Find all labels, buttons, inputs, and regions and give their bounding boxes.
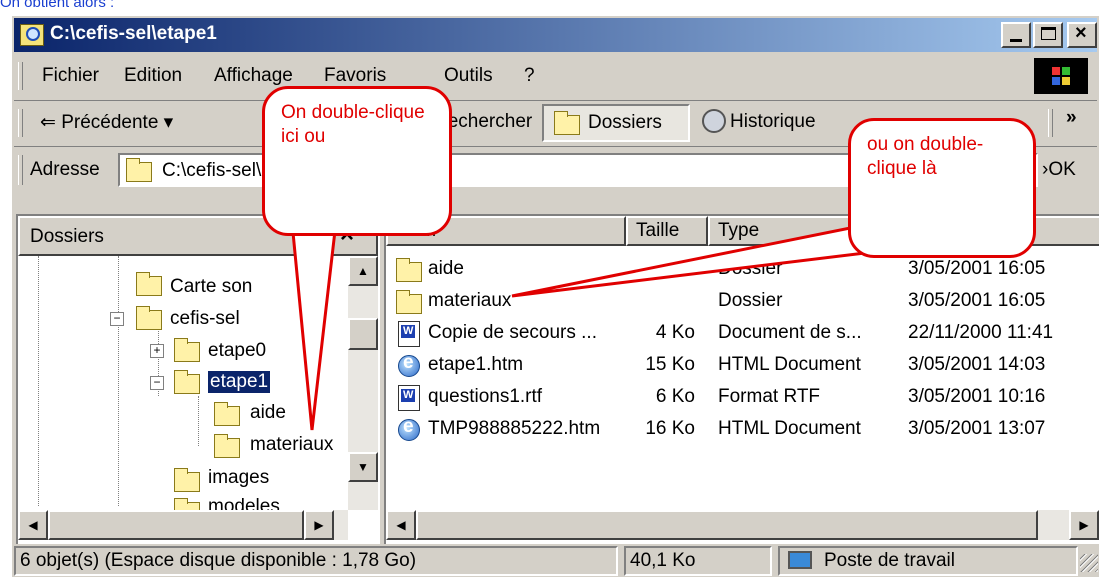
right-callout-tail <box>511 220 910 298</box>
callout-left: On double-clique ici ou <box>262 86 452 236</box>
callout-right: ou on double-clique là <box>848 118 1036 258</box>
callout-pointers <box>290 220 910 431</box>
left-callout-tail <box>290 220 338 431</box>
